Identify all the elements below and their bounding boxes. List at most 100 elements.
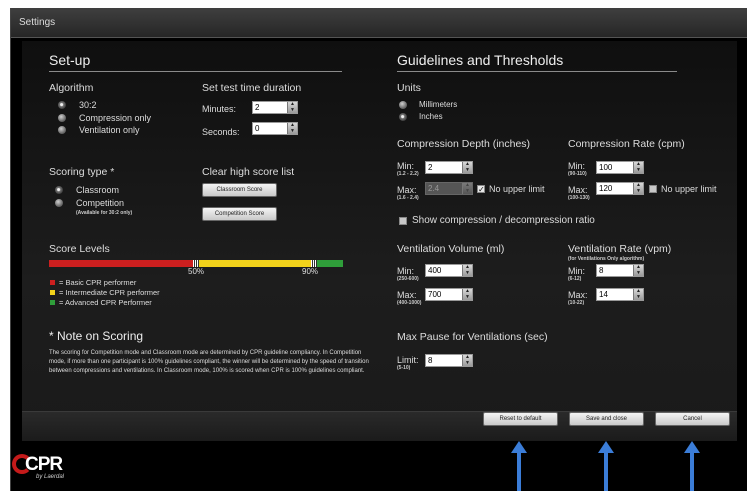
depth-max-stepper[interactable]: 2.4 ▲ ▼ <box>425 182 473 195</box>
vrate-min-value: 8 <box>599 266 604 275</box>
rate-no-upper-limit-checkbox[interactable] <box>649 185 657 193</box>
rate-min-range: (90-110) <box>568 171 587 177</box>
algorithm-ventilation-only-radio[interactable] <box>58 126 66 134</box>
rate-max-label: Max: <box>568 185 588 195</box>
volume-min-label: Min: <box>397 266 415 276</box>
legend-basic-swatch <box>50 280 55 285</box>
volume-max-label: Max: <box>397 290 417 300</box>
minutes-stepper[interactable]: 2 ▲ ▼ <box>252 101 298 114</box>
ventilation-rate-heading: Ventilation Rate (vpm) <box>568 243 672 255</box>
algorithm-compression-only-label: Compression only <box>79 113 152 123</box>
up-down-arrows-icon[interactable]: ▲ ▼ <box>462 288 472 300</box>
volume-min-stepper[interactable]: 400 ▲ ▼ <box>425 264 473 277</box>
up-down-arrows-icon[interactable]: ▲ ▼ <box>287 101 297 113</box>
note-text: The scoring for Competition mode and Cla… <box>49 350 369 374</box>
volume-min-value: 400 <box>428 266 442 275</box>
up-down-arrows-icon[interactable]: ▲ ▼ <box>462 264 472 276</box>
algorithm-30-2-label: 30:2 <box>79 100 97 110</box>
units-heading: Units <box>397 82 421 94</box>
save-and-close-button[interactable]: Save and close <box>569 412 644 426</box>
up-down-arrows-icon[interactable]: ▲ ▼ <box>633 161 643 173</box>
units-inches-radio[interactable] <box>399 113 407 121</box>
depth-min-value: 2 <box>428 163 433 172</box>
intermediate-level-segment <box>196 260 314 267</box>
show-ratio-checkbox[interactable] <box>399 217 407 225</box>
competition-score-button[interactable]: Competition Score <box>202 207 277 221</box>
algorithm-compression-only-radio[interactable] <box>58 114 66 122</box>
vrate-min-stepper[interactable]: 8 ▲ ▼ <box>596 264 644 277</box>
compression-rate-heading: Compression Rate (cpm) <box>568 138 685 150</box>
seconds-stepper[interactable]: 0 ▲ ▼ <box>252 122 298 135</box>
score-levels-heading: Score Levels <box>49 243 110 255</box>
max-pause-heading: Max Pause for Ventilations (sec) <box>397 331 548 343</box>
algorithm-30-2-radio[interactable] <box>58 101 66 109</box>
up-down-arrows-icon[interactable]: ▲ ▼ <box>287 122 297 134</box>
up-arrow-icon <box>511 441 527 491</box>
scoring-competition-label: Competition <box>76 198 125 208</box>
reset-to-default-button[interactable]: Reset to default <box>483 412 558 426</box>
up-down-arrows-icon[interactable]: ▲ ▼ <box>633 182 643 194</box>
volume-max-value: 700 <box>428 290 442 299</box>
up-down-arrows-icon[interactable]: ▲ ▼ <box>462 161 472 173</box>
algorithm-ventilation-only-label: Ventilation only <box>79 125 140 135</box>
cancel-button[interactable]: Cancel <box>655 412 730 426</box>
volume-max-stepper[interactable]: 700 ▲ ▼ <box>425 288 473 301</box>
rate-max-value: 120 <box>599 184 613 193</box>
show-ratio-label: Show compression / decompression ratio <box>412 215 595 226</box>
units-millimeters-label: Millimeters <box>419 100 458 109</box>
rate-no-upper-limit-label: No upper limit <box>661 184 717 194</box>
depth-no-upper-limit-checkbox[interactable]: ✓ <box>477 185 485 194</box>
title-bar: Settings <box>11 8 747 38</box>
rate-min-value: 100 <box>599 163 613 172</box>
vrate-max-label: Max: <box>568 290 588 300</box>
test-time-heading: Set test time duration <box>202 82 302 94</box>
scoring-type-heading: Scoring type * <box>49 166 115 178</box>
vrate-max-stepper[interactable]: 14 ▲ ▼ <box>596 288 644 301</box>
vrate-min-range: (6-12) <box>568 276 582 282</box>
minutes-label: Minutes: <box>202 104 237 114</box>
seconds-label: Seconds: <box>202 127 240 137</box>
depth-no-upper-limit-label: No upper limit <box>489 184 545 194</box>
compression-depth-heading: Compression Depth (inches) <box>397 138 531 150</box>
legend-advanced-label: = Advanced CPR Performer <box>59 298 152 307</box>
low-threshold-label: 50% <box>188 267 205 276</box>
scoring-competition-radio[interactable] <box>55 199 63 207</box>
units-inches-label: Inches <box>419 112 443 121</box>
rate-min-label: Min: <box>568 161 586 171</box>
vrate-min-label: Min: <box>568 266 586 276</box>
algorithm-heading: Algorithm <box>49 82 94 94</box>
pause-limit-stepper[interactable]: 8 ▲ ▼ <box>425 354 473 367</box>
depth-max-value: 2.4 <box>428 184 440 193</box>
high-threshold-handle[interactable] <box>310 260 317 267</box>
legend-intermediate-swatch <box>50 290 55 295</box>
volume-max-range: (400-1000) <box>397 300 422 306</box>
guidelines-heading: Guidelines and Thresholds <box>397 52 564 68</box>
note-heading: * Note on Scoring <box>49 329 144 343</box>
setup-divider <box>49 71 342 72</box>
setup-heading: Set-up <box>49 52 91 68</box>
competition-availability-note: (Available for 30:2 only) <box>76 210 133 216</box>
units-millimeters-radio[interactable] <box>399 101 407 109</box>
legend-intermediate-label: = Intermediate CPR performer <box>59 288 160 297</box>
scoring-classroom-radio[interactable] <box>55 186 63 194</box>
rate-max-stepper[interactable]: 120 ▲ ▼ <box>596 182 644 195</box>
rate-min-stepper[interactable]: 100 ▲ ▼ <box>596 161 644 174</box>
depth-min-stepper[interactable]: 2 ▲ ▼ <box>425 161 473 174</box>
score-level-bar <box>49 260 343 267</box>
scoring-classroom-label: Classroom <box>76 185 120 195</box>
legend-basic-label: = Basic CPR performer <box>59 278 137 287</box>
legend-advanced-swatch <box>50 300 55 305</box>
vrate-max-range: (10-22) <box>568 300 585 306</box>
minutes-value: 2 <box>255 103 260 112</box>
classroom-score-button[interactable]: Classroom Score <box>202 183 277 197</box>
pause-limit-range: (5-10) <box>397 365 411 371</box>
low-threshold-handle[interactable] <box>193 260 199 267</box>
up-down-arrows-icon[interactable]: ▲ ▼ <box>462 182 472 194</box>
advanced-level-segment <box>313 260 343 267</box>
up-down-arrows-icon[interactable]: ▲ ▼ <box>462 354 472 366</box>
clear-high-score-heading: Clear high score list <box>202 166 295 178</box>
high-threshold-label: 90% <box>302 267 319 276</box>
up-down-arrows-icon[interactable]: ▲ ▼ <box>633 264 643 276</box>
up-arrow-icon <box>684 441 700 491</box>
up-down-arrows-icon[interactable]: ▲ ▼ <box>633 288 643 300</box>
